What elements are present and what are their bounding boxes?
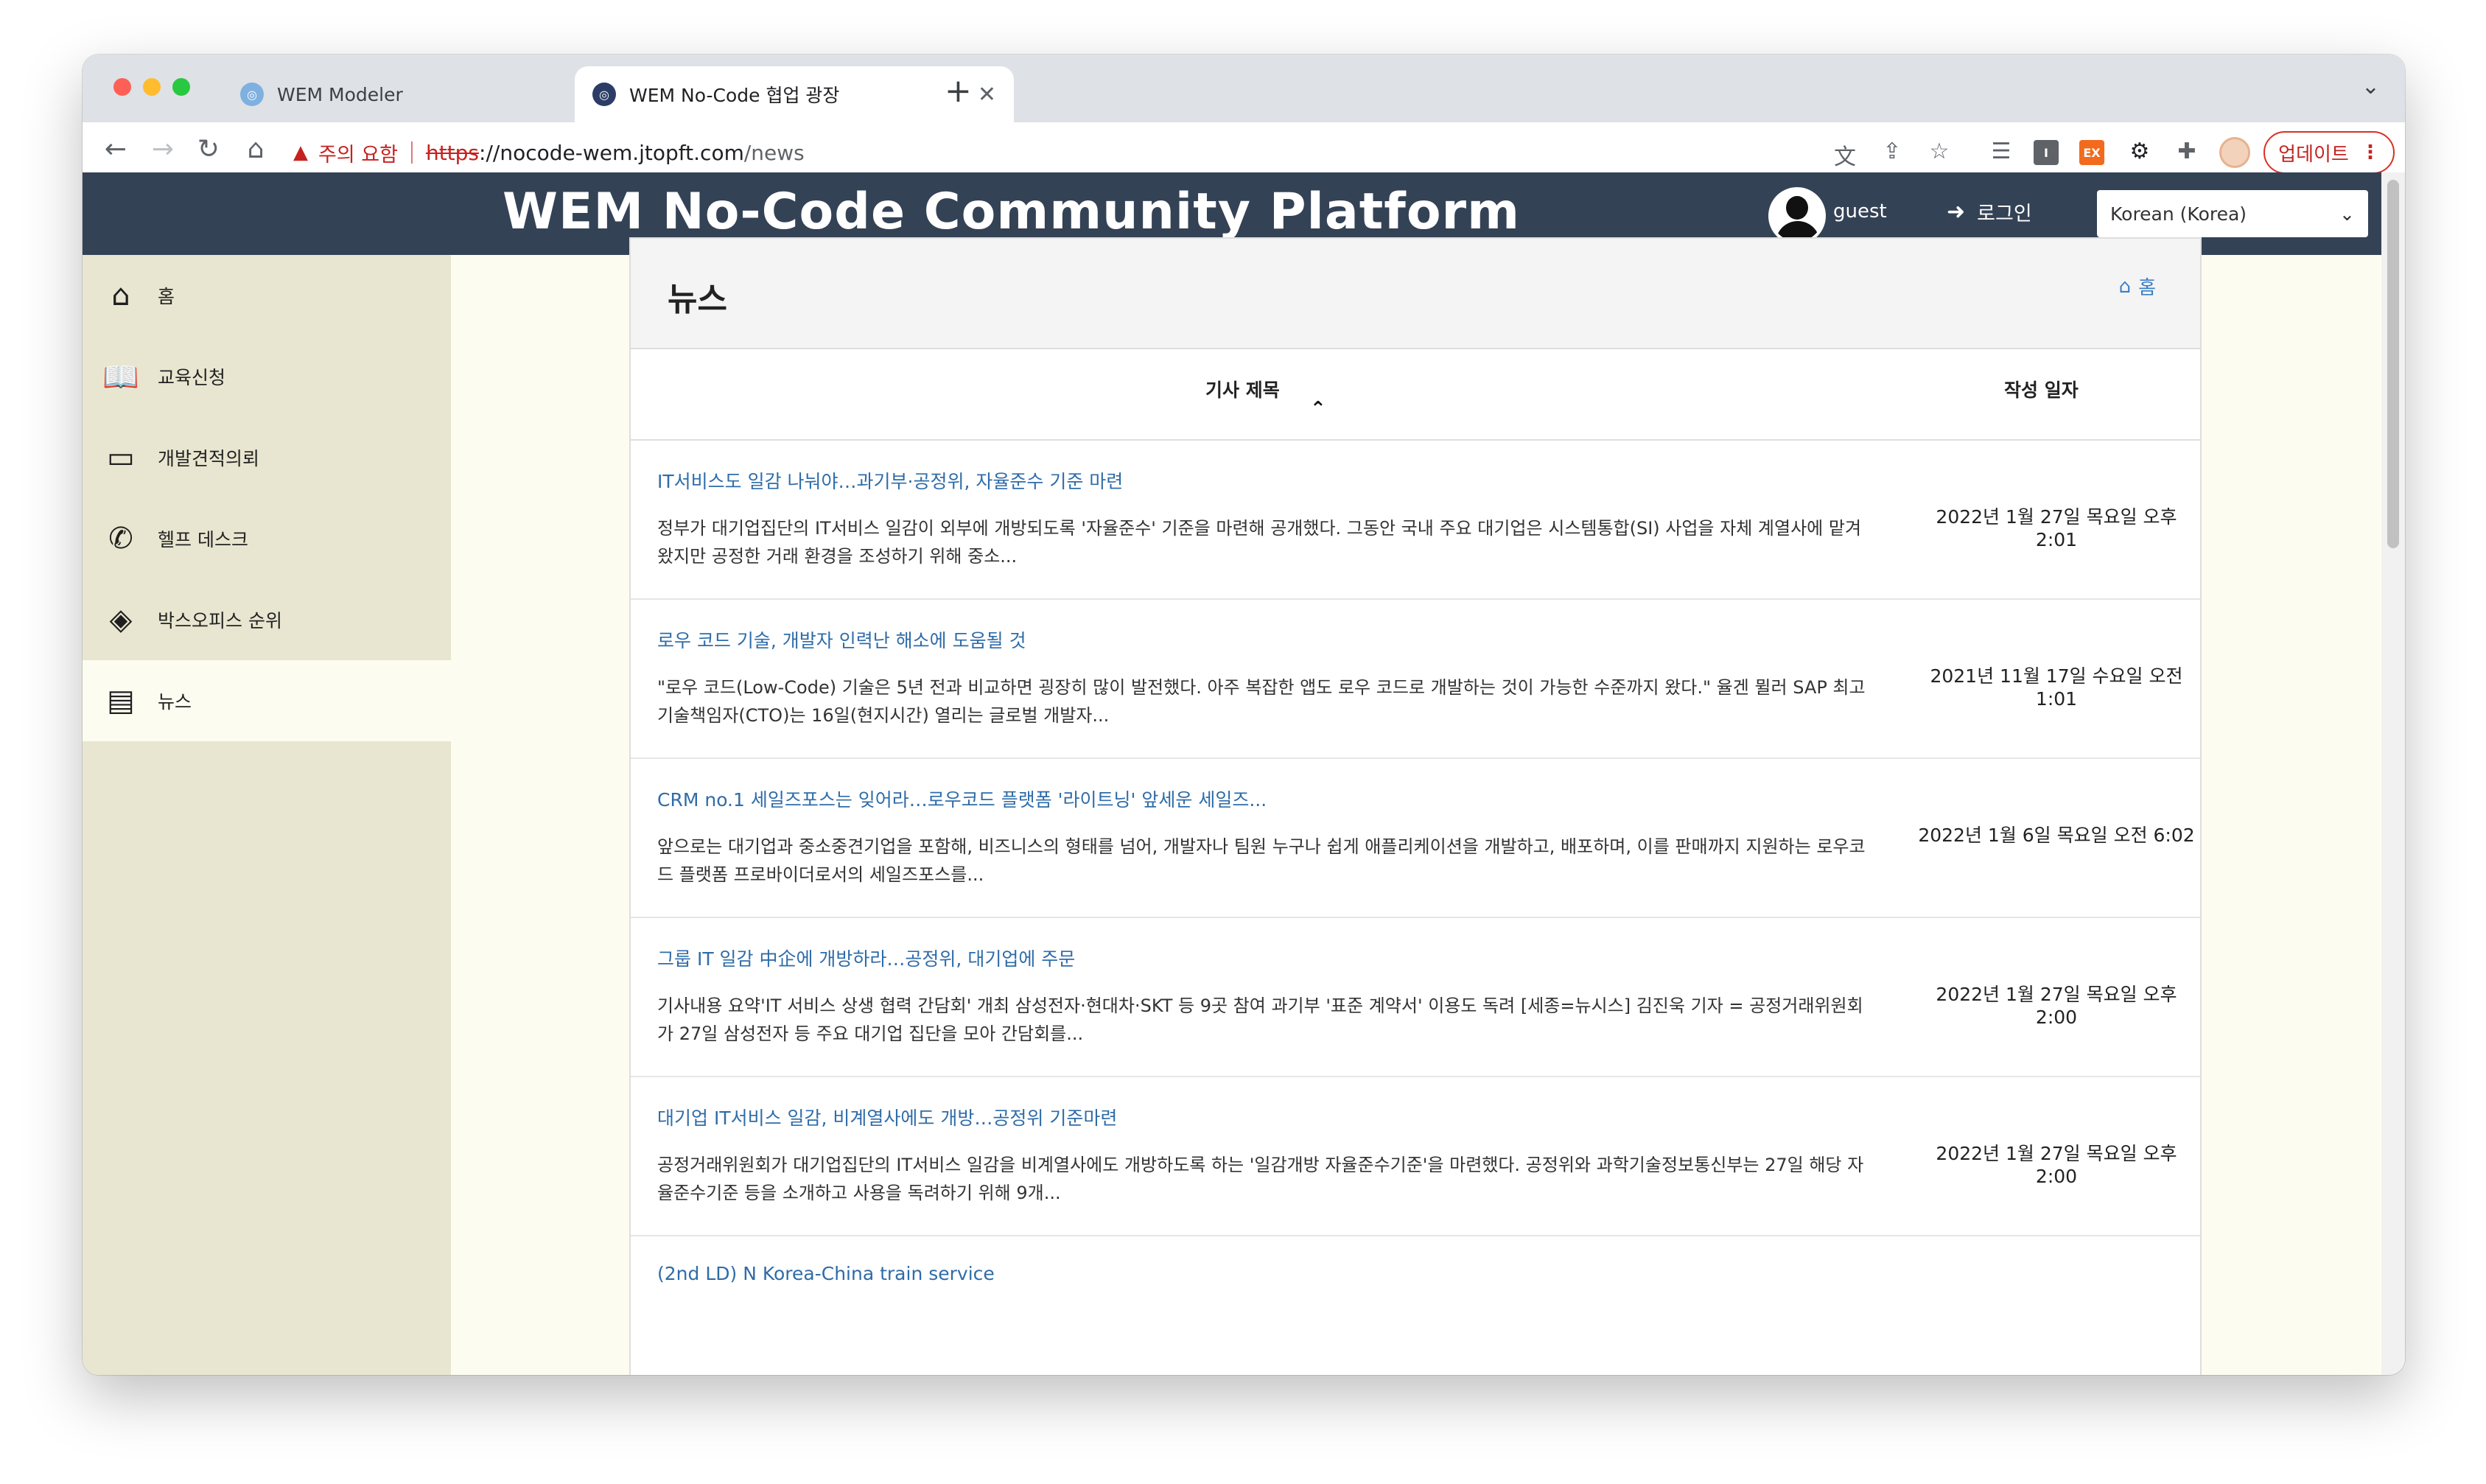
- sidebar-item-label: 박스오피스 순위: [158, 610, 282, 631]
- divider: [410, 141, 413, 164]
- sidebar-item-box-office[interactable]: ◈ 박스오피스 순위: [83, 579, 451, 660]
- share-icon[interactable]: ⇪: [1877, 139, 1907, 164]
- article-summary: 정부가 대기업집단의 IT서비스 일감이 외부에 개방되도록 '자율준수' 기준…: [657, 518, 1862, 567]
- article-title-link[interactable]: CRM no.1 세일즈포스는 잊어라…로우코드 플랫폼 '라이트닝' 앞세운 …: [657, 785, 1267, 812]
- table-row[interactable]: 대기업 IT서비스 일감, 비계열사에도 개방…공정위 기준마련 공정거래위원회…: [631, 1077, 2200, 1236]
- article-date: 2022년 1월 27일 목요일 오후 2:00: [1936, 1143, 2177, 1187]
- language-value: Korean (Korea): [2110, 203, 2247, 225]
- update-button[interactable]: 업데이트 ⋮: [2263, 131, 2395, 174]
- table-header: 기사 제목 ⌃ 작성 일자: [631, 349, 2200, 441]
- language-select[interactable]: Korean (Korea) ⌄: [2097, 190, 2368, 237]
- extensions-puzzle-icon[interactable]: ✚: [2172, 139, 2202, 164]
- browser-window: ◎ WEM Modeler ✕ ◎ WEM No-Code 협업 광장 ✕ + …: [83, 55, 2405, 1375]
- news-card-header: 뉴스 ⌂ 홈: [631, 239, 2200, 349]
- article-date: 2022년 1월 27일 목요일 오후 2:01: [1936, 506, 2177, 550]
- sort-ascending-icon[interactable]: ⌃: [1310, 398, 1326, 420]
- tab-strip: ◎ WEM Modeler ✕ ◎ WEM No-Code 협업 광장 ✕ + …: [83, 55, 2405, 122]
- reload-icon[interactable]: ↻: [190, 134, 227, 164]
- sidebar-item-home[interactable]: ⌂ 홈: [83, 255, 451, 336]
- article-title-link[interactable]: 그룹 IT 일감 中企에 개방하라…공정위, 대기업에 주문: [657, 945, 1075, 971]
- breadcrumb-home[interactable]: 홈: [2138, 273, 2156, 300]
- reading-list-icon[interactable]: ☰: [1986, 139, 2016, 164]
- wem-favicon-icon: ◎: [592, 83, 616, 106]
- article-date: 2022년 1월 27일 목요일 오후 2:00: [1936, 984, 2177, 1028]
- phone-icon: ✆: [108, 522, 133, 556]
- url-host: ://nocode-wem.jtopft.com: [479, 140, 744, 165]
- article-summary: 기사내용 요약'IT 서비스 상생 협력 간담회' 개최 삼성전자·현대차·SK…: [657, 995, 1863, 1044]
- user-avatar-icon[interactable]: [1768, 187, 1826, 245]
- article-date: 2022년 1월 6일 목요일 오전 6:02: [1918, 825, 2195, 846]
- sidebar-item-label: 홈: [158, 286, 175, 307]
- book-icon: 📖: [102, 360, 139, 394]
- column-header-date[interactable]: 작성 일자: [2004, 376, 2079, 402]
- extension-ex-icon[interactable]: EX: [2079, 140, 2104, 165]
- chevron-down-icon: ⌄: [2339, 203, 2355, 225]
- tab-title: WEM No-Code 협업 광장: [629, 85, 840, 106]
- newspaper-icon: ▤: [107, 684, 135, 718]
- page-scrollbar[interactable]: [2381, 172, 2405, 1375]
- maximize-window-button[interactable]: [172, 78, 190, 96]
- article-summary: 앞으로는 대기업과 중소중견기업을 포함해, 비즈니스의 형태를 넘어, 개발자…: [657, 836, 1866, 885]
- wem-favicon-icon: ◎: [240, 83, 264, 106]
- sidebar-item-label: 뉴스: [158, 691, 192, 713]
- sidebar: ⌂ 홈 📖 교육신청 ▭ 개발견적의뢰 ✆ 헬프 데스크 ◈ 박스오피스 순위 …: [83, 255, 451, 1375]
- menu-dots-icon: ⋮: [2360, 141, 2380, 164]
- article-date: 2021년 11월 17일 수요일 오전 1:01: [1930, 665, 2183, 710]
- sign-in-icon: ➜: [1947, 199, 1966, 225]
- url-scheme: https: [425, 140, 480, 165]
- breadcrumb[interactable]: ⌂ 홈: [2119, 273, 2156, 300]
- user-name[interactable]: guest: [1833, 200, 1887, 223]
- back-icon[interactable]: ←: [97, 134, 134, 164]
- article-title-link[interactable]: 대기업 IT서비스 일감, 비계열사에도 개방…공정위 기준마련: [657, 1104, 1117, 1130]
- forward-icon[interactable]: →: [144, 134, 181, 164]
- article-title-link[interactable]: 로우 코드 기술, 개발자 인력난 해소에 도움될 것: [657, 626, 1026, 653]
- table-row[interactable]: 그룹 IT 일감 中企에 개방하라…공정위, 대기업에 주문 기사내용 요약'I…: [631, 918, 2200, 1077]
- home-icon: ⌂: [111, 279, 130, 312]
- sidebar-item-education[interactable]: 📖 교육신청: [83, 336, 451, 417]
- monitor-icon: ▭: [107, 441, 135, 475]
- tab-search-button[interactable]: ⌄: [2361, 74, 2380, 99]
- security-warning[interactable]: 주의 요함: [318, 139, 398, 167]
- article-title-link[interactable]: IT서비스도 일감 나눠야…과기부·공정위, 자율준수 기준 마련: [657, 467, 1123, 494]
- sidebar-item-help-desk[interactable]: ✆ 헬프 데스크: [83, 498, 451, 579]
- address-bar[interactable]: ▲ 주의 요함 https ://nocode-wem.jtopft.com /…: [293, 131, 1951, 174]
- warning-icon: ▲: [293, 141, 308, 164]
- gear-icon[interactable]: ⚙: [2125, 139, 2154, 164]
- update-label: 업데이트: [2278, 143, 2349, 166]
- extension-i-icon[interactable]: I: [2034, 140, 2059, 165]
- new-tab-button[interactable]: +: [945, 72, 972, 110]
- news-card: 뉴스 ⌂ 홈 기사 제목 ⌃ 작성 일자 IT서비스도 일감 나눠야…과기부·공…: [629, 237, 2202, 1375]
- table-row[interactable]: CRM no.1 세일즈포스는 잊어라…로우코드 플랫폼 '라이트닝' 앞세운 …: [631, 759, 2200, 918]
- article-summary: 공정거래위원회가 대기업집단의 IT서비스 일감을 비계열사에도 개방하도록 하…: [657, 1155, 1864, 1203]
- article-title-link[interactable]: (2nd LD) N Korea-China train service: [657, 1263, 995, 1284]
- sidebar-item-label: 교육신청: [158, 367, 226, 388]
- close-window-button[interactable]: [113, 78, 131, 96]
- sidebar-item-label: 헬프 데스크: [158, 529, 248, 550]
- web-page: WEM No-Code Community Platform guest ➜ 로…: [83, 172, 2381, 1375]
- sidebar-item-news[interactable]: ▤ 뉴스: [83, 660, 451, 741]
- home-icon: ⌂: [2118, 275, 2132, 298]
- login-button[interactable]: ➜ 로그인: [1947, 197, 2032, 226]
- scrollbar-thumb[interactable]: [2387, 180, 2399, 548]
- home-icon[interactable]: ⌂: [237, 134, 274, 164]
- tab-title: WEM Modeler: [277, 83, 403, 105]
- table-row[interactable]: 로우 코드 기술, 개발자 인력난 해소에 도움될 것 "로우 코드(Low-C…: [631, 600, 2200, 759]
- close-icon[interactable]: ✕: [978, 82, 996, 108]
- article-summary: "로우 코드(Low-Code) 기술은 5년 전과 비교하면 굉장히 많이 발…: [657, 677, 1866, 726]
- minimize-window-button[interactable]: [143, 78, 161, 96]
- site-title[interactable]: WEM No-Code Community Platform: [503, 183, 1520, 241]
- profile-avatar[interactable]: [2219, 137, 2250, 168]
- table-row[interactable]: (2nd LD) N Korea-China train service: [631, 1236, 2200, 1375]
- sidebar-item-label: 개발견적의뢰: [158, 448, 260, 469]
- login-label: 로그인: [1977, 203, 2032, 225]
- translate-icon[interactable]: 文: [1830, 139, 1860, 171]
- sidebar-item-dev-estimate[interactable]: ▭ 개발견적의뢰: [83, 417, 451, 498]
- ticket-icon: ◈: [109, 603, 133, 637]
- column-header-title[interactable]: 기사 제목: [1205, 376, 1280, 402]
- page-title: 뉴스: [668, 281, 727, 318]
- url-path: /news: [743, 140, 805, 165]
- table-row[interactable]: IT서비스도 일감 나눠야…과기부·공정위, 자율준수 기준 마련 정부가 대기…: [631, 441, 2200, 600]
- bookmark-star-icon[interactable]: ☆: [1925, 139, 1954, 164]
